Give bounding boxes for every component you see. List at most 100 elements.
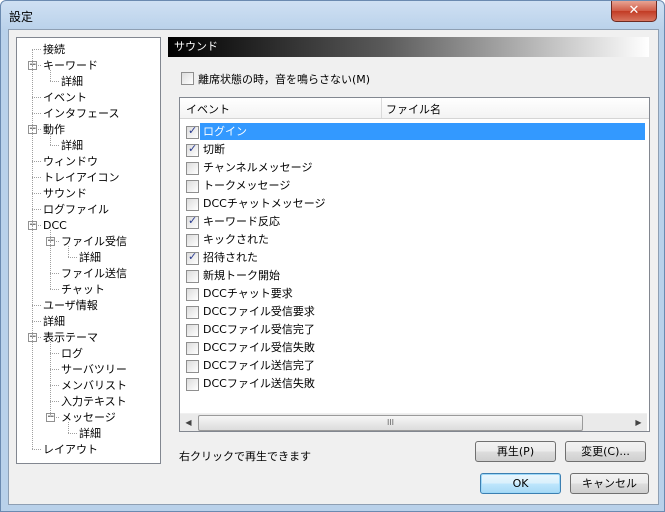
ok-button[interactable]: OK: [480, 473, 561, 494]
event-checkbox[interactable]: [186, 250, 199, 265]
tree-item[interactable]: サウンド: [43, 186, 87, 201]
tree-connector: [32, 97, 41, 98]
event-label: チャンネルメッセージ: [203, 161, 313, 174]
tree-item[interactable]: 動作: [43, 122, 65, 137]
event-checkbox[interactable]: [186, 198, 199, 211]
list-item[interactable]: DCCファイル受信要求: [180, 303, 645, 320]
scroll-right-arrow-icon[interactable]: ▶: [630, 414, 647, 431]
list-item[interactable]: DCCファイル受信完了: [180, 321, 645, 338]
tree-item[interactable]: メンバリスト: [61, 378, 127, 393]
tree-item[interactable]: ログファイル: [43, 202, 109, 217]
list-item[interactable]: DCCファイル送信失敗: [180, 375, 645, 392]
event-checkbox[interactable]: [186, 324, 199, 337]
window-title: 設定: [9, 10, 34, 24]
tree-item[interactable]: ログ: [61, 346, 83, 361]
tree-connector: [50, 369, 59, 370]
tree-item[interactable]: キーワード: [43, 58, 98, 73]
list-item[interactable]: トークメッセージ: [180, 177, 645, 194]
event-checkbox[interactable]: [186, 142, 199, 157]
tree-item[interactable]: トレイアイコン: [43, 170, 119, 185]
play-button[interactable]: 再生(P): [475, 441, 556, 462]
tree-connector: [32, 113, 41, 114]
tree-item[interactable]: 詳細: [79, 250, 101, 265]
tree-guide: [32, 177, 33, 193]
list-item[interactable]: 招待された: [180, 249, 645, 266]
tree-item[interactable]: 表示テーマ: [43, 330, 98, 345]
dialog-client: 接続 − キーワード 詳細 イベント インタフェース − 動作 詳細 ウィンドウ トレイアイコン サウ…: [8, 29, 659, 505]
event-checkbox[interactable]: [186, 342, 199, 355]
list-item[interactable]: チャンネルメッセージ: [180, 159, 645, 176]
tree-guide: [50, 273, 51, 289]
horizontal-scrollbar[interactable]: ◀ III ▶: [180, 413, 647, 431]
tree-guide: [32, 209, 33, 225]
change-button[interactable]: 変更(C)...: [565, 441, 646, 462]
tree-item[interactable]: 詳細: [43, 314, 65, 329]
list-item[interactable]: キックされた: [180, 231, 645, 248]
list-item[interactable]: キーワード反応: [180, 213, 645, 230]
tree-item[interactable]: 詳細: [61, 74, 83, 89]
event-label: 招待された: [203, 251, 258, 264]
tree-item[interactable]: 詳細: [61, 138, 83, 153]
tree-guide: [50, 401, 51, 417]
tree-connector: [50, 385, 59, 386]
event-checkbox[interactable]: [186, 214, 199, 229]
event-label: 切断: [203, 143, 225, 156]
tree-item[interactable]: イベント: [43, 90, 87, 105]
cancel-button[interactable]: キャンセル: [570, 473, 649, 494]
event-checkbox[interactable]: [186, 288, 199, 301]
tree-guide: [50, 353, 51, 369]
event-checkbox[interactable]: [186, 162, 199, 175]
event-checkbox[interactable]: [186, 378, 199, 391]
column-divider[interactable]: [381, 98, 382, 118]
tree-item[interactable]: DCC: [43, 218, 67, 233]
tree-item[interactable]: インタフェース: [43, 106, 119, 121]
list-item[interactable]: 新規トーク開始: [180, 267, 645, 284]
tree-item[interactable]: レイアウト: [43, 442, 98, 457]
settings-dialog: 設定 ✕ 接続 − キーワード 詳細 イベント インタフェース − 動作 詳細 ウィンドウ トレイア…: [0, 0, 665, 512]
tree-connector: [50, 289, 59, 290]
tree-item[interactable]: メッセージ: [61, 410, 116, 425]
list-item[interactable]: DCCチャット要求: [180, 285, 645, 302]
tree-item[interactable]: 詳細: [79, 426, 101, 441]
list-item[interactable]: DCCファイル送信完了: [180, 357, 645, 374]
event-checkbox[interactable]: [186, 270, 199, 283]
event-checkbox[interactable]: [186, 360, 199, 373]
scroll-left-arrow-icon[interactable]: ◀: [180, 414, 197, 431]
close-button[interactable]: ✕: [611, 1, 657, 22]
event-checkbox[interactable]: [186, 306, 199, 319]
column-header-event[interactable]: イベント: [186, 101, 230, 117]
list-item[interactable]: DCCファイル受信失敗: [180, 339, 645, 356]
settings-tree[interactable]: 接続 − キーワード 詳細 イベント インタフェース − 動作 詳細 ウィンドウ トレイアイコン サウ…: [16, 37, 161, 464]
tree-connector: [32, 193, 41, 194]
list-item[interactable]: DCCチャットメッセージ: [180, 195, 645, 212]
column-header-filename[interactable]: ファイル名: [386, 101, 441, 117]
mute-when-away-checkbox[interactable]: [181, 72, 194, 85]
event-label: 新規トーク開始: [203, 269, 280, 282]
tree-guide: [32, 97, 33, 113]
tree-guide: [32, 225, 33, 305]
event-checkbox[interactable]: [186, 234, 199, 247]
tree-item[interactable]: ウィンドウ: [43, 154, 98, 169]
tree-item[interactable]: ファイル受信: [61, 234, 127, 249]
sound-event-list[interactable]: イベント ファイル名 ログイン切断チャンネルメッセージトークメッセージ DCCチャ…: [179, 97, 650, 432]
tree-item[interactable]: サーバツリー: [61, 362, 127, 377]
event-label: キックされた: [203, 233, 269, 246]
list-item[interactable]: 切断: [180, 141, 645, 158]
tree-connector: [68, 433, 77, 434]
tree-item[interactable]: 接続: [43, 42, 65, 57]
tree-item[interactable]: チャット: [61, 282, 105, 297]
event-label: DCCファイル送信失敗: [203, 377, 315, 390]
scrollbar-thumb[interactable]: III: [198, 415, 583, 431]
tree-connector: [32, 177, 41, 178]
tree-guide: [50, 230, 51, 241]
tree-item[interactable]: ユーザ情報: [43, 298, 98, 313]
tree-item[interactable]: ファイル送信: [61, 266, 127, 281]
event-label: DCCファイル受信完了: [203, 323, 315, 336]
list-item[interactable]: ログイン: [180, 123, 645, 140]
event-label: トークメッセージ: [203, 179, 291, 192]
event-checkbox[interactable]: [186, 180, 199, 193]
mute-when-away-label: 離席状態の時，音を鳴らさない(M): [198, 73, 371, 86]
event-checkbox[interactable]: [186, 124, 199, 139]
tree-guide: [50, 342, 51, 353]
tree-item[interactable]: 入力テキスト: [61, 394, 127, 409]
